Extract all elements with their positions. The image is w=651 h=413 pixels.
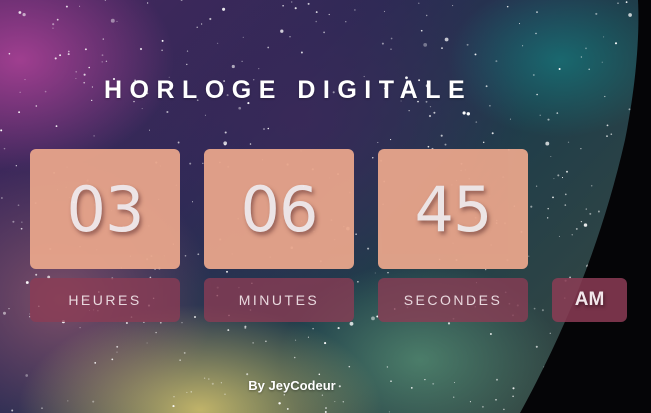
seconds-label: SECONDES xyxy=(403,292,503,308)
hours-display: 03 xyxy=(30,149,180,269)
period-badge: AM xyxy=(552,278,627,322)
hours-label-box: HEURES xyxy=(30,278,180,322)
seconds-display: 45 xyxy=(378,149,528,269)
minutes-label: MINUTES xyxy=(238,292,320,308)
period-value: AM xyxy=(574,289,605,310)
seconds-label-box: SECONDES xyxy=(378,278,528,322)
seconds-value: 45 xyxy=(414,172,493,246)
author-credit: By JeyCodeur xyxy=(248,378,336,393)
minutes-display: 06 xyxy=(204,149,354,269)
hours-label: HEURES xyxy=(68,292,142,308)
minutes-label-box: MINUTES xyxy=(204,278,354,322)
page-title: HORLOGE DIGITALE xyxy=(104,76,473,104)
hours-value: 03 xyxy=(66,172,145,246)
minutes-value: 06 xyxy=(240,172,319,246)
clock-page: HORLOGE DIGITALE 03 06 45 HEURES MINUTES… xyxy=(0,0,651,413)
